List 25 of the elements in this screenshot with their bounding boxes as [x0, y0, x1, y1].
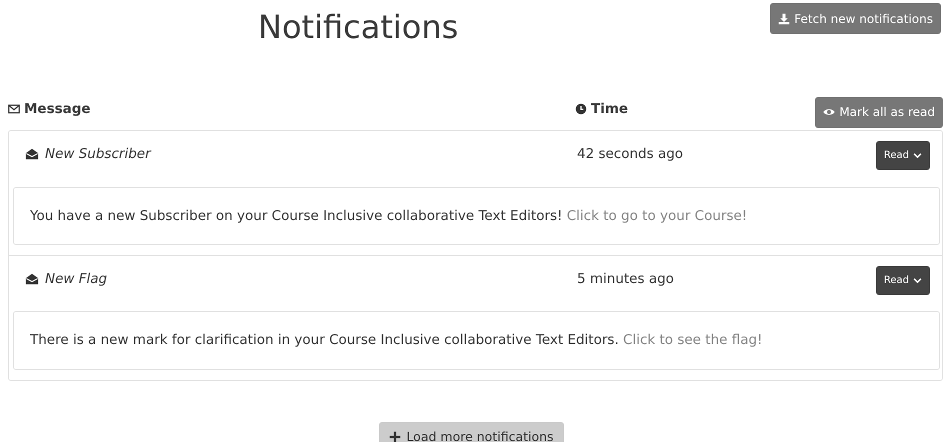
caret-icon: [913, 151, 922, 160]
open-envelope-icon: [25, 147, 39, 161]
open-envelope-icon: [25, 272, 39, 286]
notification-title: New Flag: [45, 270, 108, 290]
plus-icon: [389, 430, 402, 442]
notification-time: 42 seconds ago: [577, 144, 684, 164]
column-header: Time: [591, 100, 628, 119]
column-header: Message: [24, 100, 91, 119]
clock-icon: [575, 103, 587, 115]
notification-link[interactable]: Click to see the flag!: [623, 332, 762, 348]
notification-time: 5 minutes ago: [577, 270, 674, 290]
caret-icon: [913, 276, 922, 286]
envelope-icon: [8, 103, 20, 115]
eye-icon: [823, 106, 836, 118]
page-title: Notifications: [258, 8, 458, 46]
fetch-button[interactable]: Fetch new notifications: [770, 3, 941, 34]
read-dropdown-button[interactable]: Read: [876, 141, 930, 170]
notification-title: New Subscriber: [45, 144, 151, 164]
notification-link[interactable]: Click to go to your Course!: [566, 208, 748, 224]
download-icon: [778, 12, 790, 24]
load-more-button[interactable]: Load more notifications: [379, 422, 564, 442]
mark-all-read-button[interactable]: Mark all as read: [815, 96, 943, 128]
notification-message: There is a new mark for clarification in your Course Inclusive collaborative Text Editors. Click to see the flag!: [13, 311, 940, 370]
notification-message: You have a new Subscriber on your Course Inclusive collaborative Text Editors! Click to go to your Course!: [13, 187, 940, 246]
read-dropdown-button[interactable]: Read: [876, 266, 930, 296]
